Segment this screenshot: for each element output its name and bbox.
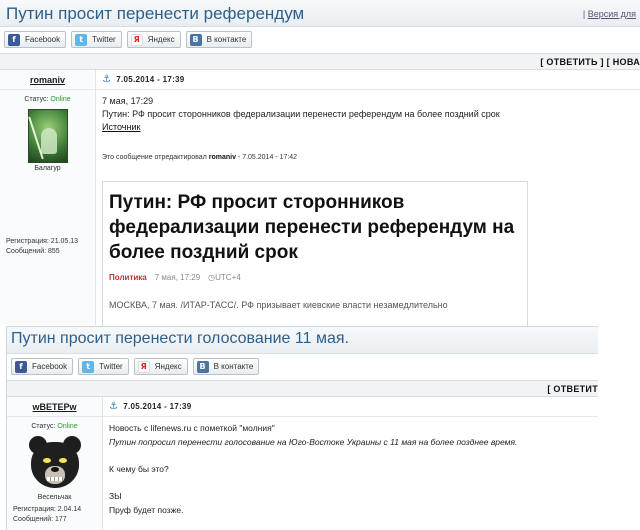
news-meta: Политика 7 мая, 17:29 ◷UTC+4 [109,273,521,282]
post-datetime: 7.05.2014 - 17:39 [123,402,192,411]
share-facebook-button[interactable]: f Facebook [11,358,74,375]
edit-prefix: Это сообщение отредактировал [102,154,207,161]
share-label: В контакте [206,35,247,44]
avatar[interactable] [27,109,68,163]
news-headline: Путин: РФ просит сторонников федерализац… [109,192,515,263]
user-reg-info: Регистрация: 2.04.14 Сообщений: 177 [13,505,81,525]
share-facebook-button[interactable]: f Facebook [4,31,67,48]
post-line: 7 мая, 17:29 [102,96,154,106]
share-vk-button[interactable]: B В контакте [185,31,253,48]
share-label: Twitter [99,362,123,371]
forum-post: romaniv Статус: Online Балагур Регистрац… [0,70,640,326]
facebook-icon: f [8,33,20,46]
username-link[interactable]: romaniv [0,75,95,85]
share-vk-button[interactable]: B В контакте [192,358,260,375]
reply-new-actions[interactable]: [ ОТВЕТИТЬ ] [ НОВА [540,57,640,67]
reg-date: Регистрация: 21.05.13 [6,238,79,245]
news-screenshot-box: Путин: РФ просит сторонников федерализац… [102,181,528,326]
news-lead: МОСКВА, 7 мая. /ИТАР-ТАСС/. РФ призывает… [109,300,448,310]
news-category: Политика [109,273,147,282]
edit-user: romaniv [208,154,236,161]
version-link[interactable]: Версия для [588,9,636,19]
user-reg-info: Регистрация: 21.05.13 Сообщений: 855 [6,237,78,257]
facebook-icon: f [15,360,27,373]
avatar[interactable] [21,432,89,494]
share-bar: f Facebook t Twitter Я Яндекс B В контакте [0,27,640,53]
post-body: ⚓ 7.05.2014 - 17:39 7 мая, 17:29 Путин: … [96,70,640,326]
post-content: Новость с lifenews.ru с пометкой "молния… [103,417,598,517]
post-header: ⚓ 7.05.2014 - 17:39 [103,397,598,417]
yandex-icon: Я [130,33,143,46]
status-online: Online [57,423,78,430]
vk-icon: B [189,33,202,46]
anchor-icon[interactable]: ⚓ [109,401,118,412]
anchor-icon[interactable]: ⚓ [102,74,111,85]
reply-action[interactable]: [ ОТВЕТИТ [547,384,598,394]
post-line-italic: Путин попросил перенести голосование на … [109,437,518,447]
share-twitter-button[interactable]: t Twitter [71,31,122,48]
username-link[interactable]: wBETEPw [7,402,102,412]
forum-screenshot-2: Путин просит перенести голосование 11 ма… [6,326,598,530]
post-content: 7 мая, 17:29 Путин: РФ просит стороннико… [96,90,640,134]
news-tz-label: UTC+4 [215,273,241,282]
version-link-wrap: | Версия для [582,9,636,19]
status-online: Online [50,96,71,103]
topic-title-bar: Путин просит перенести голосование 11 ма… [7,327,598,354]
message-count: Сообщений: 855 [6,248,60,255]
source-link[interactable]: Источник [102,121,640,134]
news-timezone: ◷UTC+4 [208,273,241,282]
post-line: ЗЫ [109,491,122,501]
forum-post: wBETEPw Статус: Online Весельчак Регистр… [7,397,598,530]
post-header: ⚓ 7.05.2014 - 17:39 [96,70,640,90]
twitter-icon: t [75,33,88,46]
share-label: В контакте [213,362,254,371]
user-panel: romaniv Статус: Online Балагур Регистрац… [0,70,96,325]
user-rank: Балагур [34,165,61,172]
user-panel: wBETEPw Статус: Online Весельчак Регистр… [7,397,103,530]
username-cell: wBETEPw [7,397,102,417]
share-yandex-button[interactable]: Я Яндекс [133,358,188,375]
share-label: Яндекс [147,35,175,44]
post-line: К чему бы это? [109,464,169,474]
post-line: Путин: РФ просит сторонников федерализац… [102,109,500,119]
post-line: Новость с lifenews.ru с пометкой "молния… [109,423,275,433]
user-status: Статус: Online [7,423,102,430]
user-rank: Весельчак [37,494,72,501]
status-label: Статус: [31,423,56,430]
share-bar: f Facebook t Twitter Я Яндекс B В контакте [7,354,598,380]
share-yandex-button[interactable]: Я Яндекс [126,31,181,48]
share-label: Facebook [25,35,61,44]
news-time: 7 мая, 17:29 [154,273,201,282]
topic-title: Путин просит перенести голосование 11 ма… [11,330,349,347]
forum-screenshot-1: Путин просит перенести референдум | Верс… [0,0,640,326]
share-label: Twitter [92,35,116,44]
edit-notice: Это сообщение отредактировал romaniv - 7… [102,154,297,161]
yandex-icon: Я [137,360,150,373]
message-count: Сообщений: 177 [13,516,67,523]
post-datetime: 7.05.2014 - 17:39 [116,75,185,84]
post-body: ⚓ 7.05.2014 - 17:39 Новость с lifenews.r… [103,397,598,530]
edit-date: - 7.05.2014 - 17:42 [237,154,298,161]
action-bar: [ ОТВЕТИТЬ ] [ НОВА [0,53,640,70]
share-twitter-button[interactable]: t Twitter [78,358,129,375]
vk-icon: B [196,360,209,373]
user-status: Статус: Online [0,96,95,103]
share-label: Яндекс [154,362,182,371]
post-line: Пруф будет позже. [109,505,184,515]
action-bar: [ ОТВЕТИТ [7,380,598,397]
status-label: Статус: [24,96,49,103]
topic-title: Путин просит перенести референдум [6,4,305,23]
username-cell: romaniv [0,70,95,90]
topic-title-bar: Путин просит перенести референдум | Верс… [0,0,640,27]
twitter-icon: t [82,360,95,373]
reg-date: Регистрация: 2.04.14 [13,506,82,513]
share-label: Facebook [32,362,68,371]
